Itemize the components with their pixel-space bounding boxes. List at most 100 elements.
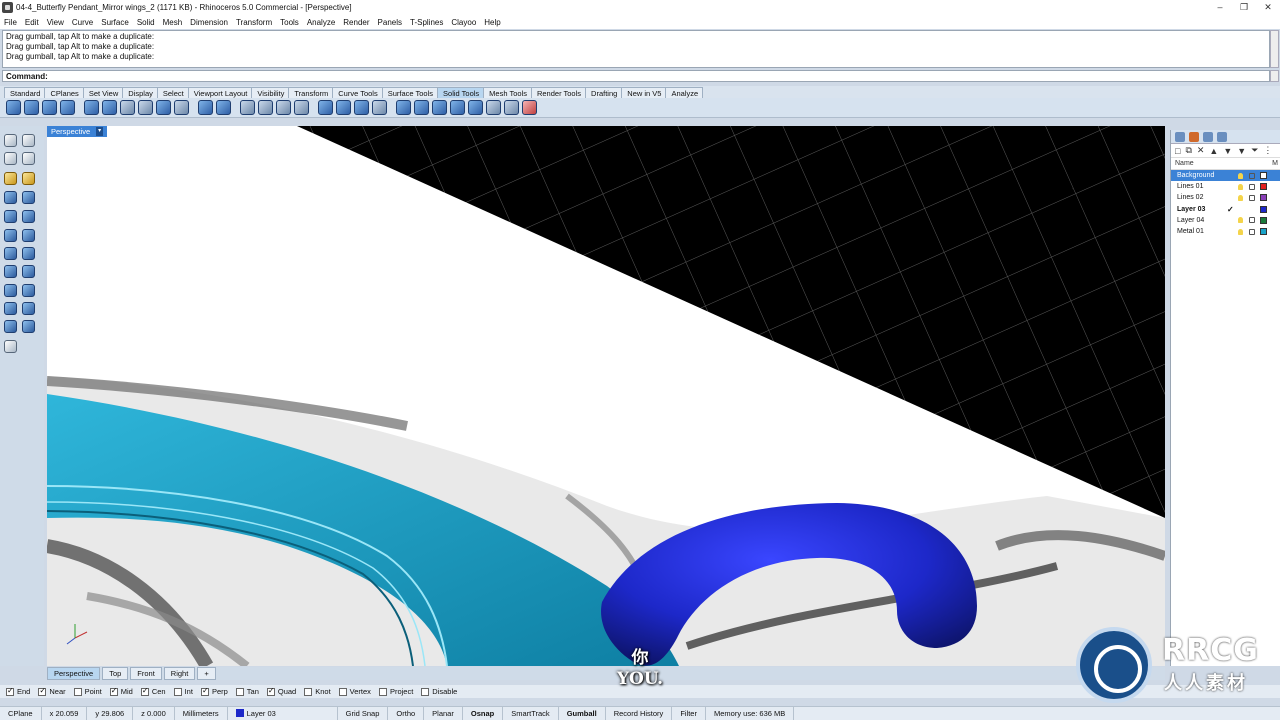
close-button[interactable]: ✕: [1256, 2, 1280, 13]
pyramid-icon[interactable]: [22, 247, 35, 260]
menu-dimension[interactable]: Dimension: [190, 18, 228, 27]
text-object-icon[interactable]: [522, 100, 537, 115]
layer-visible-icon[interactable]: [1238, 228, 1243, 235]
menu-analyze[interactable]: Analyze: [307, 18, 335, 27]
layer-visible-icon[interactable]: [1238, 217, 1243, 224]
boolean-intersection-icon[interactable]: [42, 100, 57, 115]
menu-curve[interactable]: Curve: [72, 18, 93, 27]
menu-tools[interactable]: Tools: [280, 18, 299, 27]
properties-tab-icon[interactable]: [1175, 131, 1185, 142]
more-icon[interactable]: ⋮: [1263, 145, 1272, 156]
menu-transform[interactable]: Transform: [236, 18, 272, 27]
new-sublayer-icon[interactable]: ⧉: [1185, 145, 1191, 156]
current-layer-check[interactable]: ✓: [1227, 205, 1234, 214]
minimize-button[interactable]: –: [1208, 2, 1232, 13]
rib-icon[interactable]: [450, 100, 465, 115]
tab-solid-tools[interactable]: Solid Tools: [437, 87, 485, 98]
box-icon[interactable]: [22, 191, 35, 204]
viewport-scene[interactable]: [47, 126, 1165, 666]
delete-layer-icon[interactable]: ✕: [1197, 145, 1205, 156]
wedge-icon[interactable]: [22, 265, 35, 278]
layer-color-swatch[interactable]: [1260, 228, 1267, 236]
menu-t-splines[interactable]: T-Splines: [410, 18, 443, 27]
layer-row[interactable]: Layer 04: [1171, 215, 1280, 226]
ellipsoid-icon[interactable]: [4, 229, 17, 242]
boolean-icon[interactable]: [4, 320, 17, 333]
pipe-tool-icon[interactable]: [22, 302, 35, 315]
curve-tools-icon[interactable]: [22, 172, 35, 185]
restore-button[interactable]: ❐: [1232, 2, 1256, 13]
new-layer-icon[interactable]: □: [1175, 146, 1180, 156]
move-up-icon[interactable]: ▲: [1209, 146, 1218, 156]
smarttrack-toggle[interactable]: SmartTrack: [503, 707, 559, 720]
solid-edit-icon[interactable]: [216, 100, 231, 115]
osnap-toggle[interactable]: Osnap: [463, 707, 504, 720]
move-face-icon[interactable]: [240, 100, 255, 115]
tab-drafting[interactable]: Drafting: [585, 87, 623, 98]
layer-lock-icon[interactable]: [1249, 228, 1255, 235]
shell-icon[interactable]: [198, 100, 213, 115]
layer-row[interactable]: Lines 02: [1171, 192, 1280, 203]
name-column-header[interactable]: Name: [1175, 160, 1194, 167]
menu-render[interactable]: Render: [343, 18, 369, 27]
extract-surface-icon[interactable]: [120, 100, 135, 115]
merge-faces-icon[interactable]: [354, 100, 369, 115]
menu-mesh[interactable]: Mesh: [163, 18, 183, 27]
layer-color-swatch[interactable]: [1260, 183, 1267, 191]
cplane-indicator[interactable]: CPlane: [0, 707, 42, 720]
grid-snap-toggle[interactable]: Grid Snap: [338, 707, 389, 720]
menu-clayoo[interactable]: Clayoo: [451, 18, 476, 27]
display-tab-icon[interactable]: [1203, 131, 1213, 142]
boolean-union-icon[interactable]: [6, 100, 21, 115]
point-icon[interactable]: [22, 134, 35, 147]
command-scrollbar[interactable]: [1270, 70, 1279, 82]
torus-icon[interactable]: [4, 302, 17, 315]
tab-display[interactable]: Display: [122, 87, 158, 98]
menu-surface[interactable]: Surface: [101, 18, 129, 27]
units[interactable]: Millimeters: [175, 707, 228, 720]
layer-visible-icon[interactable]: [1238, 172, 1243, 179]
tetra-icon[interactable]: [4, 265, 17, 278]
layer-row[interactable]: Background: [1171, 170, 1280, 182]
tab-set-view[interactable]: Set View: [82, 87, 124, 98]
tab-viewport-layout[interactable]: Viewport Layout: [187, 87, 253, 98]
menu-panels[interactable]: Panels: [378, 18, 402, 27]
layers-tab-icon[interactable]: [1189, 131, 1199, 142]
create-solid-icon[interactable]: [372, 100, 387, 115]
sphere-solid-icon[interactable]: [102, 100, 117, 115]
record-history-toggle[interactable]: Record History: [606, 707, 673, 720]
layer-row[interactable]: Lines 01: [1171, 181, 1280, 192]
material-column-header[interactable]: M: [1272, 158, 1278, 170]
gear-arc-icon[interactable]: [4, 172, 17, 185]
loft-icon[interactable]: [22, 229, 35, 242]
extrude-face-icon[interactable]: [294, 100, 309, 115]
cap-planar-holes-icon[interactable]: [138, 100, 153, 115]
dimension-icon[interactable]: [4, 340, 17, 353]
make-hole-icon[interactable]: [486, 100, 501, 115]
viewport-label[interactable]: Perspective ▾: [47, 126, 108, 137]
fillet-edge-icon[interactable]: [156, 100, 171, 115]
rectangle-icon[interactable]: [22, 152, 35, 165]
tab-mesh-tools[interactable]: Mesh Tools: [483, 87, 532, 98]
boolean-difference-icon[interactable]: [24, 100, 39, 115]
move-untrimmed-icon[interactable]: [276, 100, 291, 115]
box-solid-icon[interactable]: [84, 100, 99, 115]
extrude-curve-icon[interactable]: [414, 100, 429, 115]
move-edge-icon[interactable]: [258, 100, 273, 115]
select-arrow-icon[interactable]: [4, 134, 17, 147]
current-layer[interactable]: Layer 03: [228, 707, 338, 720]
sphere-icon[interactable]: [22, 210, 35, 223]
ortho-toggle[interactable]: Ortho: [388, 707, 425, 720]
wire-cut-icon[interactable]: [468, 100, 483, 115]
tab-new-in-v5[interactable]: New in V5: [621, 87, 667, 98]
layer-color-swatch[interactable]: [1260, 172, 1267, 180]
chamfer-edge-icon[interactable]: [174, 100, 189, 115]
help-tab-icon[interactable]: [1217, 131, 1227, 142]
tab-visibility[interactable]: Visibility: [251, 87, 290, 98]
tab-curve-tools[interactable]: Curve Tools: [332, 87, 383, 98]
layer-lock-icon[interactable]: [1249, 172, 1255, 179]
solid-tools-icon[interactable]: [22, 320, 35, 333]
cone-icon[interactable]: [4, 247, 17, 260]
layer-visible-icon[interactable]: [1238, 194, 1243, 201]
menu-edit[interactable]: Edit: [25, 18, 39, 27]
